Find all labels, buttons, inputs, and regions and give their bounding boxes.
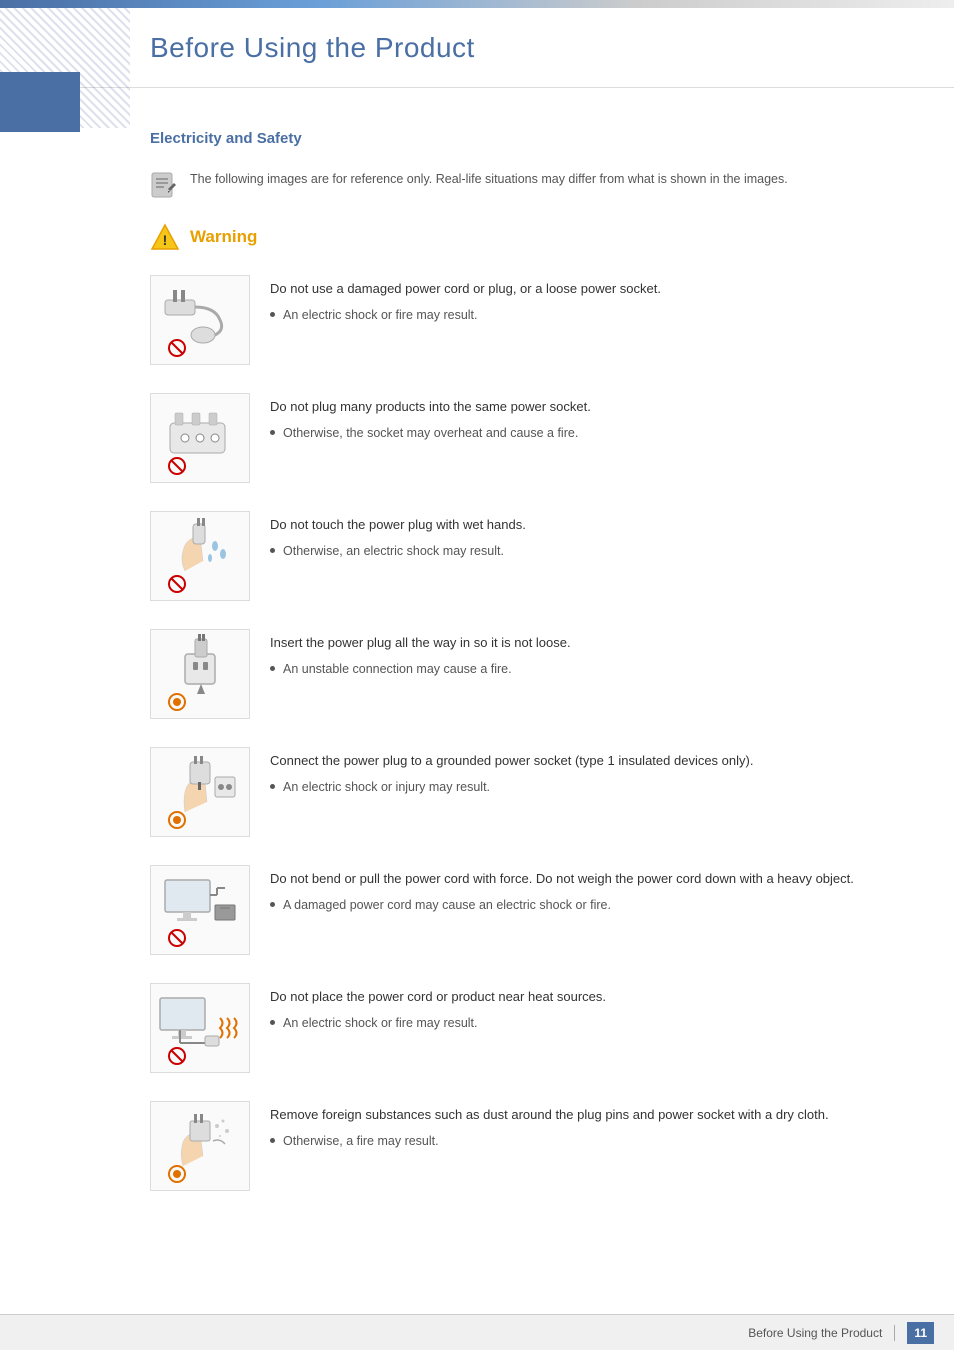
footer-text: Before Using the Product — [748, 1324, 882, 1342]
note-text: The following images are for reference o… — [190, 169, 788, 189]
bullet-dot — [270, 784, 275, 789]
bullet-text-3: Otherwise, an electric shock may result. — [283, 542, 504, 561]
warning-item-image-8 — [150, 1101, 250, 1191]
warning-item-image-3 — [150, 511, 250, 601]
note-row: The following images are for reference o… — [150, 169, 894, 199]
warning-triangle-icon: ! — [150, 223, 180, 251]
sidebar-blue-accent — [0, 72, 80, 132]
warning-bullet-2: Otherwise, the socket may overheat and c… — [270, 424, 894, 443]
warning-bullet-7: An electric shock or fire may result. — [270, 1014, 894, 1033]
warning-title-7: Do not place the power cord or product n… — [270, 987, 894, 1007]
warning-item-text-7: Do not place the power cord or product n… — [270, 983, 894, 1033]
warning-item: Do not bend or pull the power cord with … — [150, 865, 894, 955]
warning-item: Insert the power plug all the way in so … — [150, 629, 894, 719]
warning-bullet-6: A damaged power cord may cause an electr… — [270, 896, 894, 915]
warning-title-2: Do not plug many products into the same … — [270, 397, 894, 417]
note-icon — [150, 171, 178, 199]
bullet-dot — [270, 902, 275, 907]
page-footer: Before Using the Product 11 — [0, 1314, 954, 1350]
warning-bullet-3: Otherwise, an electric shock may result. — [270, 542, 894, 561]
warning-item-text-1: Do not use a damaged power cord or plug,… — [270, 275, 894, 325]
page-header: Before Using the Product — [0, 8, 954, 88]
warning-item: Do not use a damaged power cord or plug,… — [150, 275, 894, 365]
warning-item: Do not place the power cord or product n… — [150, 983, 894, 1073]
main-content: Electricity and Safety The following ima… — [0, 88, 954, 1279]
bullet-dot — [270, 548, 275, 553]
warning-label: Warning — [190, 224, 257, 250]
warning-item-text-8: Remove foreign substances such as dust a… — [270, 1101, 894, 1151]
bullet-dot — [270, 430, 275, 435]
bullet-dot — [270, 312, 275, 317]
warning-item-image-1 — [150, 275, 250, 365]
warning-item-text-2: Do not plug many products into the same … — [270, 393, 894, 443]
warning-title-6: Do not bend or pull the power cord with … — [270, 869, 894, 889]
warning-item-text-5: Connect the power plug to a grounded pow… — [270, 747, 894, 797]
warning-title-4: Insert the power plug all the way in so … — [270, 633, 894, 653]
warning-bullet-1: An electric shock or fire may result. — [270, 306, 894, 325]
bullet-dot — [270, 1020, 275, 1025]
warning-item-text-3: Do not touch the power plug with wet han… — [270, 511, 894, 561]
warning-title-5: Connect the power plug to a grounded pow… — [270, 751, 894, 771]
svg-text:!: ! — [163, 232, 168, 248]
bullet-text-7: An electric shock or fire may result. — [283, 1014, 478, 1033]
bullet-dot — [270, 1138, 275, 1143]
warning-header: ! Warning — [150, 223, 894, 251]
warning-title-3: Do not touch the power plug with wet han… — [270, 515, 894, 535]
warning-item-image-2 — [150, 393, 250, 483]
warning-item: Do not touch the power plug with wet han… — [150, 511, 894, 601]
warning-item: Remove foreign substances such as dust a… — [150, 1101, 894, 1191]
bullet-text-6: A damaged power cord may cause an electr… — [283, 896, 611, 915]
section-heading: Electricity and Safety — [150, 128, 894, 151]
warning-bullet-8: Otherwise, a fire may result. — [270, 1132, 894, 1151]
footer-separator — [894, 1325, 895, 1341]
top-stripe — [0, 0, 954, 8]
bullet-text-2: Otherwise, the socket may overheat and c… — [283, 424, 578, 443]
warning-item-text-6: Do not bend or pull the power cord with … — [270, 865, 894, 915]
warning-bullet-5: An electric shock or injury may result. — [270, 778, 894, 797]
bullet-text-5: An electric shock or injury may result. — [283, 778, 490, 797]
warning-bullet-4: An unstable connection may cause a fire. — [270, 660, 894, 679]
warning-title-8: Remove foreign substances such as dust a… — [270, 1105, 894, 1125]
bullet-dot — [270, 666, 275, 671]
warning-item: Do not plug many products into the same … — [150, 393, 894, 483]
warning-item: Connect the power plug to a grounded pow… — [150, 747, 894, 837]
bullet-text-8: Otherwise, a fire may result. — [283, 1132, 439, 1151]
page-number: 11 — [907, 1322, 934, 1344]
page-title: Before Using the Product — [150, 27, 475, 69]
warning-title-1: Do not use a damaged power cord or plug,… — [270, 279, 894, 299]
warning-item-image-5 — [150, 747, 250, 837]
bullet-text-1: An electric shock or fire may result. — [283, 306, 478, 325]
warning-item-image-7 — [150, 983, 250, 1073]
warning-item-image-6 — [150, 865, 250, 955]
warning-item-text-4: Insert the power plug all the way in so … — [270, 629, 894, 679]
bullet-text-4: An unstable connection may cause a fire. — [283, 660, 512, 679]
warning-item-image-4 — [150, 629, 250, 719]
